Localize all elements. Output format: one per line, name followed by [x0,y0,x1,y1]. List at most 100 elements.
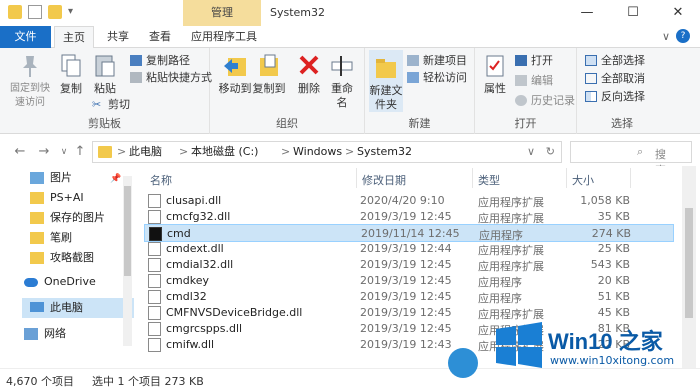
dll-file-icon [148,322,161,336]
paste-icon [95,55,115,77]
title-bar: ▾ 管理 System32 — ☐ ✕ [0,0,700,26]
address-bar-row: ← → ∨ ↑ > 此电脑 > 本地磁盘 (C:) > Windows > Sy… [0,138,700,177]
select-all-icon [585,55,597,66]
nav-item-brushes[interactable]: 笔刷 [30,228,72,248]
refresh-icon[interactable]: ↻ [546,145,555,158]
collapse-ribbon-icon[interactable]: ∨ [662,30,670,43]
column-divider[interactable] [630,168,631,188]
tab-share[interactable]: 共享 [98,26,138,48]
organize-group: 移动到 复制到 删除 重命名 组织 [210,48,365,134]
quick-access-dropdown-icon[interactable]: ▾ [68,6,78,18]
edit-icon [515,75,527,86]
new-folder-icon [376,59,396,78]
breadcrumb-local-disk[interactable]: 本地磁盘 (C:) [191,145,258,159]
rename-button[interactable]: 重命名 [326,52,358,110]
nav-item-this-pc[interactable]: 此电脑 [22,298,134,318]
nav-pane-scrollbar[interactable] [123,176,132,346]
watermark-url: www.win10xitong.com [550,354,675,367]
nav-item-onedrive[interactable]: OneDrive [24,272,96,292]
invert-selection-button[interactable]: 反向选择 [585,88,645,105]
nav-item-saved-pictures[interactable]: 保存的图片 [30,208,105,228]
breadcrumb-separator[interactable]: > [345,145,354,159]
delete-button[interactable]: 删除 [296,52,322,96]
breadcrumb-this-pc[interactable]: 此电脑 [129,145,162,159]
column-divider[interactable] [356,168,357,188]
scrollbar-thumb[interactable] [685,208,693,318]
file-name: cmdl32 [166,290,207,303]
watermark-title: Win10 之家 [548,329,663,354]
paste-button[interactable]: 粘贴 [92,52,118,96]
tab-home[interactable]: 主页 [54,26,94,49]
copy-button[interactable]: 复制 [56,52,86,96]
folder-icon [30,212,44,224]
help-icon[interactable]: ? [676,29,690,43]
edit-button[interactable]: 编辑 [515,72,553,89]
new-folder-button[interactable]: 新建文件夹 [369,50,403,112]
copy-to-button[interactable]: 复制到 [252,52,286,96]
back-button[interactable]: ← [12,144,28,160]
tab-application-tools[interactable]: 应用程序工具 [185,26,263,48]
close-button[interactable]: ✕ [655,0,700,26]
maximize-button[interactable]: ☐ [610,0,656,26]
pin-quick-access-button[interactable]: 固定到快速访问 [8,52,52,110]
scrollbar-thumb[interactable] [124,186,131,276]
paste-shortcut-button[interactable]: 粘贴快捷方式 [130,69,212,86]
up-button[interactable]: ↑ [72,144,88,160]
nav-item-network[interactable]: 网络 [24,324,66,344]
file-name: cmgrcspps.dll [166,322,243,335]
cut-button[interactable]: ✂ 剪切 [92,96,130,113]
file-name: cmdkey [166,274,210,287]
move-to-button[interactable]: 移动到 [218,52,252,96]
properties-button[interactable]: 属性 [481,52,509,96]
address-field[interactable]: > 此电脑 > 本地磁盘 (C:) > Windows > System32 ∨… [92,141,562,163]
forward-button[interactable]: → [36,144,52,160]
file-date: 2019/3/19 12:45 [360,322,452,335]
breadcrumb-windows[interactable]: Windows [293,145,342,159]
folder-icon [98,146,112,158]
nav-item-ps-ai[interactable]: PS+AI [30,188,84,208]
breadcrumb-separator[interactable]: > [281,145,290,159]
file-date: 2019/11/14 12:45 [361,227,460,240]
properties-quick-icon[interactable] [28,5,42,19]
open-button[interactable]: 打开 [515,52,553,69]
column-divider[interactable] [566,168,567,188]
history-button[interactable]: 历史记录 [515,92,575,109]
column-header-type[interactable]: 类型 [478,172,500,188]
column-header-size[interactable]: 大小 [572,172,594,188]
column-divider[interactable] [472,168,473,188]
file-name: cmcfg32.dll [166,210,231,223]
breadcrumb-system32[interactable]: System32 [357,145,412,159]
new-folder-quick-icon[interactable] [48,5,62,19]
address-dropdown-icon[interactable]: ∨ [527,145,535,158]
tab-file[interactable]: 文件 [0,26,51,48]
column-header-name[interactable]: 名称 [150,172,172,188]
search-input[interactable]: ⌕ 搜索"Sy... [570,141,693,177]
file-size: 35 KB [597,210,630,223]
clipboard-group: 固定到快速访问 复制 粘贴 复制路径 粘贴快捷方式 ✂ 剪切 剪贴板 [0,48,212,134]
nav-item-guide-screenshots[interactable]: 攻略截图 [30,248,94,268]
clipboard-group-label: 剪贴板 [88,117,121,130]
organize-group-label: 组织 [276,117,298,130]
nav-item-pictures[interactable]: 图片 [30,168,72,188]
breadcrumb-separator[interactable]: > [117,145,126,159]
file-name: cmd [167,227,191,240]
folder-icon[interactable] [8,5,22,19]
recent-locations-button[interactable]: ∨ [56,144,72,160]
breadcrumb-separator[interactable]: > [179,145,188,159]
tab-view[interactable]: 查看 [140,26,180,48]
copy-path-button[interactable]: 复制路径 [130,52,190,69]
new-item-button[interactable]: 新建项目 [407,52,467,69]
copy-path-icon [130,55,142,66]
minimize-button[interactable]: — [564,0,610,26]
open-icon [515,55,527,66]
context-tab-manage[interactable]: 管理 [183,0,261,26]
file-name: cmifw.dll [166,338,215,351]
column-header-date[interactable]: 修改日期 [362,172,406,188]
copy-to-icon [260,54,278,76]
pictures-folder-icon [30,172,44,184]
cloud-icon [24,278,38,287]
select-all-button[interactable]: 全部选择 [585,52,645,69]
select-none-button[interactable]: 全部取消 [585,70,645,87]
easy-access-button[interactable]: 轻松访问 [407,69,467,86]
file-date: 2019/3/19 12:45 [360,306,452,319]
